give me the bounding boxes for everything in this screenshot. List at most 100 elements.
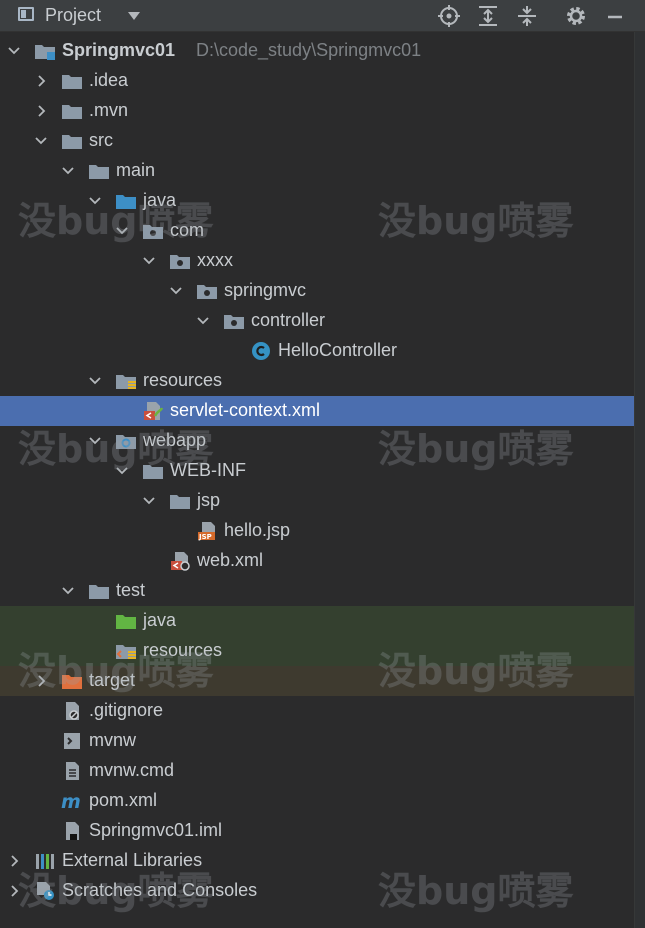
- tree-node-jsp[interactable]: jsp: [0, 486, 634, 516]
- tree-node-mvn[interactable]: .mvn: [0, 96, 634, 126]
- tree-node-springmvc01-iml[interactable]: Springmvc01.iml: [0, 816, 634, 846]
- excluded-folder-icon: [61, 671, 83, 691]
- tree-node-label: jsp: [197, 490, 221, 510]
- tree-node-idea[interactable]: .idea: [0, 66, 634, 96]
- tree-node-label: main: [116, 160, 156, 180]
- tree-node-servlet-context-xml[interactable]: servlet-context.xml: [0, 396, 634, 426]
- project-view-title[interactable]: Project: [45, 5, 101, 26]
- tree-node-web-xml[interactable]: web.xml: [0, 546, 634, 576]
- tree-node-target[interactable]: target: [0, 666, 634, 696]
- tree-node-test[interactable]: test: [0, 576, 634, 606]
- gear-icon[interactable]: [564, 4, 588, 28]
- chevron-down-icon[interactable]: [61, 164, 75, 178]
- chevron-down-icon[interactable]: [88, 434, 102, 448]
- tree-node-resources[interactable]: resources: [0, 636, 634, 666]
- tree-node-label: HelloController: [278, 340, 398, 360]
- chevron-right-icon[interactable]: [7, 854, 21, 868]
- java-class-icon: [250, 341, 272, 361]
- chevron-down-icon[interactable]: [196, 314, 210, 328]
- chevron-right-icon[interactable]: [34, 74, 48, 88]
- tree-node-mvnw[interactable]: mvnw: [0, 726, 634, 756]
- tree-node-label: .mvn: [89, 100, 129, 120]
- chevron-down-icon[interactable]: [61, 584, 75, 598]
- chevron-down-icon[interactable]: [88, 194, 102, 208]
- web-xml-icon: [169, 551, 191, 571]
- expand-all-icon[interactable]: [476, 4, 500, 28]
- package-icon: [223, 311, 245, 331]
- tree-node-label: WEB-INF: [170, 460, 246, 480]
- tree-node-external-libraries[interactable]: External Libraries: [0, 846, 634, 876]
- tree-node-label: Springmvc01.iml: [89, 820, 223, 840]
- tree-node-label: xxxx: [197, 250, 233, 270]
- tree-node-webapp[interactable]: webapp: [0, 426, 634, 456]
- tree-node-resources[interactable]: resources: [0, 366, 634, 396]
- view-selector-dropdown-icon[interactable]: [128, 12, 140, 20]
- tree-node-java[interactable]: java: [0, 606, 634, 636]
- tree-node-label: resources: [143, 370, 223, 390]
- tree-node-springmvc[interactable]: springmvc: [0, 276, 634, 306]
- iml-file-icon: [61, 821, 83, 841]
- tree-node-java[interactable]: java: [0, 186, 634, 216]
- web-folder-icon: [115, 431, 137, 451]
- tree-node-label: Scratches and Consoles: [62, 880, 258, 900]
- chevron-down-icon[interactable]: [34, 134, 48, 148]
- svg-text:m: m: [61, 791, 81, 811]
- tree-node-mvnw-cmd[interactable]: mvnw.cmd: [0, 756, 634, 786]
- tree-node-label: .gitignore: [89, 700, 164, 720]
- module-folder-icon: [34, 41, 56, 61]
- tree-node-main[interactable]: main: [0, 156, 634, 186]
- chevron-down-icon[interactable]: [142, 494, 156, 508]
- folder-icon: [61, 101, 83, 121]
- tree-node-scratches-and-consoles[interactable]: Scratches and Consoles: [0, 876, 634, 906]
- tree-node-xxxx[interactable]: xxxx: [0, 246, 634, 276]
- tree-node-label: mvnw.cmd: [89, 760, 175, 780]
- folder-icon: [88, 161, 110, 181]
- chevron-down-icon[interactable]: [7, 44, 21, 58]
- tree-node-com[interactable]: com: [0, 216, 634, 246]
- chevron-right-icon[interactable]: [34, 104, 48, 118]
- locate-icon[interactable]: [437, 4, 461, 28]
- tree-node-controller[interactable]: controller: [0, 306, 634, 336]
- tree-node-hello-jsp[interactable]: JSP hello.jsp: [0, 516, 634, 546]
- tree-node-gitignore[interactable]: .gitignore: [0, 696, 634, 726]
- test-source-folder-icon: [115, 611, 137, 631]
- tree-node-springmvc01[interactable]: Springmvc01 D:\code_study\Springmvc01: [0, 36, 634, 66]
- package-icon: [169, 251, 191, 271]
- scratches-icon: [34, 881, 56, 901]
- tree-node-hellocontroller[interactable]: HelloController: [0, 336, 634, 366]
- chevron-down-icon[interactable]: [142, 254, 156, 268]
- tree-node-label: src: [89, 130, 113, 150]
- text-file-icon: [61, 761, 83, 781]
- resources-folder-icon: [115, 371, 137, 391]
- tree-node-src[interactable]: src: [0, 126, 634, 156]
- tree-node-label: webapp: [143, 430, 207, 450]
- svg-text:JSP: JSP: [198, 533, 212, 541]
- chevron-down-icon[interactable]: [115, 464, 129, 478]
- tree-node-pom-xml[interactable]: m pom.xml: [0, 786, 634, 816]
- package-icon: [196, 281, 218, 301]
- chevron-down-icon[interactable]: [115, 224, 129, 238]
- tree-node-label: web.xml: [197, 550, 264, 570]
- collapse-all-icon[interactable]: [515, 4, 539, 28]
- tree-node-label: Springmvc01: [62, 40, 176, 60]
- shell-file-icon: [61, 731, 83, 751]
- project-header: Project: [0, 0, 645, 32]
- tree-node-web-inf[interactable]: WEB-INF: [0, 456, 634, 486]
- chevron-right-icon[interactable]: [7, 884, 21, 898]
- tree-node-label: .idea: [89, 70, 129, 90]
- chevron-down-icon[interactable]: [88, 374, 102, 388]
- libraries-icon: [34, 851, 56, 871]
- tree-node-label: com: [170, 220, 205, 240]
- tree-node-label: mvnw: [89, 730, 137, 750]
- test-resources-folder-icon: [115, 641, 137, 661]
- folder-icon: [169, 491, 191, 511]
- minimize-icon[interactable]: [603, 4, 627, 28]
- tree-node-label: pom.xml: [89, 790, 158, 810]
- chevron-down-icon[interactable]: [169, 284, 183, 298]
- source-root-folder-icon: [115, 191, 137, 211]
- tree-node-label: target: [89, 670, 136, 690]
- chevron-right-icon[interactable]: [34, 674, 48, 688]
- folder-icon: [88, 581, 110, 601]
- vertical-scrollbar[interactable]: [634, 32, 645, 928]
- package-icon: [142, 221, 164, 241]
